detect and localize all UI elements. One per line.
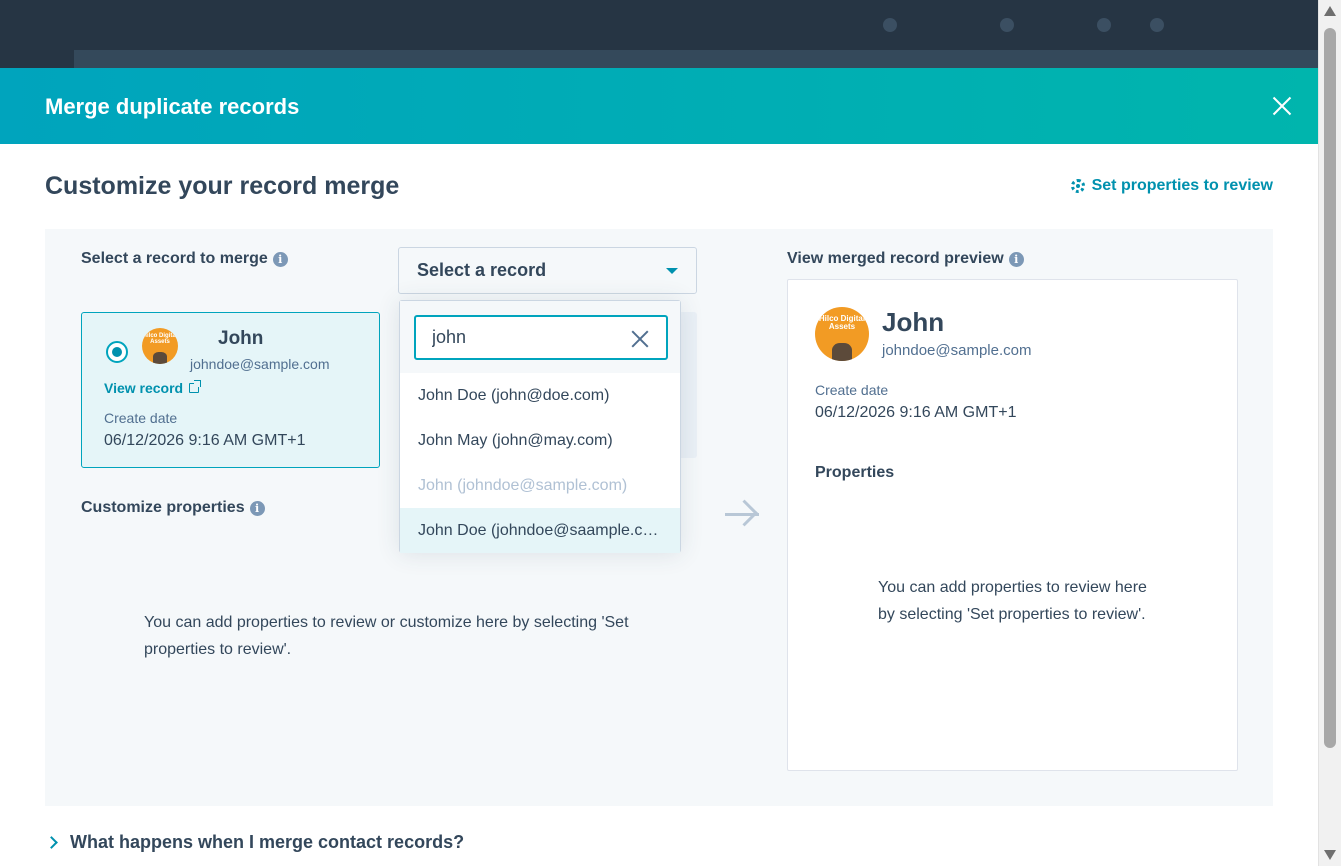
select-record-value: Select a record xyxy=(417,260,547,280)
chevron-right-icon xyxy=(45,836,58,849)
background-icon xyxy=(1150,18,1164,32)
vertical-scrollbar[interactable] xyxy=(1318,0,1341,866)
primary-record-card[interactable]: Hilco Digital Assets John johndoe@sample… xyxy=(81,312,380,468)
record-option[interactable]: John May (john@may.com) xyxy=(400,418,680,463)
info-icon[interactable]: i xyxy=(1008,251,1024,267)
record-option[interactable]: John Doe (john@doe.com) xyxy=(400,373,680,418)
preview-label: View merged record preview i xyxy=(787,250,1024,268)
select-record-label-text: Select a record to merge xyxy=(81,250,268,267)
background-icon xyxy=(1000,18,1014,32)
record-radio-selected[interactable] xyxy=(106,341,128,363)
select-record-label: Select a record to merge i xyxy=(81,250,288,268)
record-search-input[interactable] xyxy=(414,315,668,360)
merged-preview-card: Hilco Digital Assets John johndoe@sample… xyxy=(787,279,1238,771)
scrollbar-thumb[interactable] xyxy=(1324,28,1336,748)
set-properties-link[interactable]: Set properties to review xyxy=(1070,177,1273,195)
close-icon[interactable] xyxy=(1272,96,1292,116)
record-email: johndoe@sample.com xyxy=(190,356,330,372)
create-date-label: Create date xyxy=(104,410,178,426)
background-app-header xyxy=(0,0,1341,70)
info-icon[interactable]: i xyxy=(272,251,288,267)
info-icon[interactable]: i xyxy=(249,500,265,516)
clear-search-icon[interactable] xyxy=(631,330,649,348)
customize-properties-label: Customize properties i xyxy=(81,499,265,517)
record-search-popover: John Doe (john@doe.com) John May (john@m… xyxy=(399,300,681,553)
preview-label-text: View merged record preview xyxy=(787,250,1004,267)
background-icon xyxy=(883,18,897,32)
record-option-disabled: John (johndoe@sample.com) xyxy=(418,477,628,494)
arrow-right-icon xyxy=(725,513,759,516)
preview-properties-hint: You can add properties to review here by… xyxy=(878,579,1147,623)
avatar-figure xyxy=(153,352,167,364)
external-link-icon xyxy=(189,380,202,393)
record-name: John xyxy=(218,328,264,349)
avatar: Hilco Digital Assets xyxy=(142,328,178,364)
merge-faq-accordion[interactable]: What happens when I merge contact record… xyxy=(45,832,464,853)
scroll-down-arrow-icon[interactable] xyxy=(1324,850,1336,860)
avatar-logo-text: Hilco Digital Assets xyxy=(142,333,178,345)
search-area xyxy=(400,301,680,373)
background-app-toolbar xyxy=(74,50,1318,70)
preview-create-date-label: Create date xyxy=(815,382,889,398)
set-properties-label: Set properties to review xyxy=(1091,177,1273,194)
caret-down-icon xyxy=(666,268,678,274)
create-date-value: 06/12/2026 9:16 AM GMT+1 xyxy=(104,432,306,449)
modal-header: Merge duplicate records xyxy=(0,68,1318,144)
preview-create-date-value: 06/12/2026 9:16 AM GMT+1 xyxy=(815,404,1017,421)
background-icon xyxy=(1097,18,1111,32)
customize-properties-label-text: Customize properties xyxy=(81,499,245,516)
avatar-logo-text: Hilco Digital Assets xyxy=(818,314,866,331)
gear-icon xyxy=(1070,179,1085,193)
view-record-label: View record xyxy=(104,380,184,396)
scroll-up-arrow-icon[interactable] xyxy=(1324,6,1336,16)
avatar-figure xyxy=(832,343,852,361)
merge-faq-label: What happens when I merge contact record… xyxy=(70,832,465,852)
avatar: Hilco Digital Assets xyxy=(815,307,869,361)
preview-email: johndoe@sample.com xyxy=(882,342,1032,359)
view-record-link[interactable]: View record xyxy=(104,380,202,396)
preview-name: John xyxy=(882,307,945,337)
section-title: Customize your record merge xyxy=(45,172,400,200)
record-option-highlighted[interactable]: John Doe (johndoe@saample.com) xyxy=(400,508,680,553)
preview-properties-heading: Properties xyxy=(815,464,895,481)
customize-properties-hint: You can add properties to review or cust… xyxy=(144,614,629,658)
modal-title: Merge duplicate records xyxy=(45,94,300,119)
select-record-dropdown[interactable]: Select a record xyxy=(398,247,697,294)
